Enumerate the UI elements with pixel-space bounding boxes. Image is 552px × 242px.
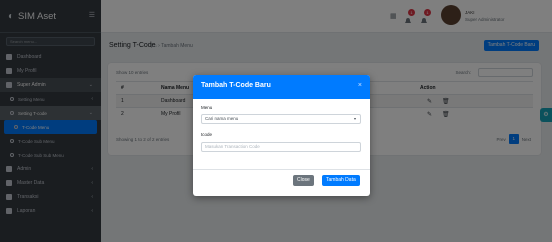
menu-select-value: Cari nama menu: [205, 116, 239, 121]
add-tcode-modal: Tambah T-Code Baru × Menu Cari nama menu…: [193, 75, 370, 196]
submit-button[interactable]: Tambah Data: [322, 175, 360, 186]
close-icon[interactable]: ×: [358, 82, 362, 89]
modal-header: Tambah T-Code Baru ×: [193, 75, 370, 99]
caret-down-icon: ▾: [353, 116, 356, 121]
modal-divider: [193, 169, 370, 170]
close-button[interactable]: Close: [293, 175, 314, 186]
tcode-input[interactable]: Masukan Transaction Code: [201, 142, 361, 152]
tcode-label: tcode: [201, 132, 213, 137]
modal-title: Tambah T-Code Baru: [201, 82, 271, 89]
menu-label: Menu: [201, 105, 213, 110]
menu-select[interactable]: Cari nama menu ▾: [201, 114, 361, 124]
